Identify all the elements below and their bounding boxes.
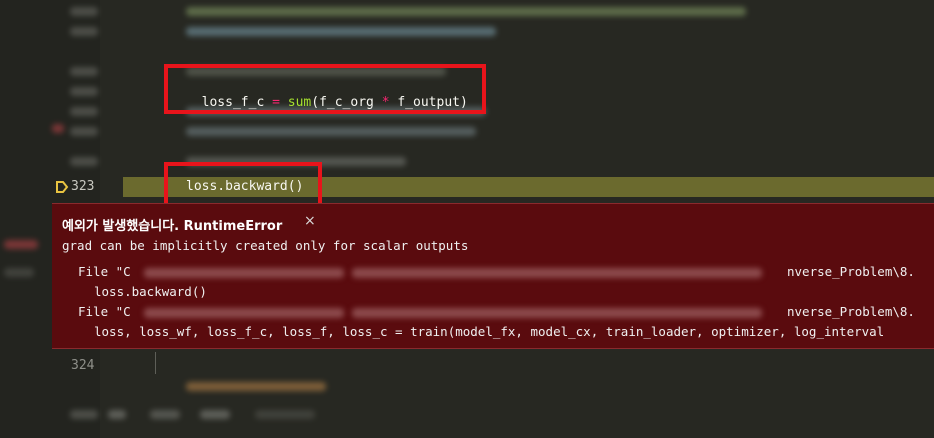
blurred-line-number (70, 67, 98, 76)
blurred-line-number (70, 157, 98, 166)
line-number-next: 324 (71, 358, 95, 373)
blurred-code-line (200, 410, 230, 419)
blurred-code-line (150, 410, 180, 419)
blurred-line-number (70, 27, 98, 36)
traceback-file-prefix[interactable]: File "C (78, 264, 131, 279)
blurred-path (144, 308, 344, 318)
close-icon[interactable]: × (304, 213, 316, 229)
blurred-code-line (186, 127, 476, 136)
indent-guide (155, 352, 156, 374)
blurred-code-line (70, 410, 98, 419)
blurred-breakpoint (52, 124, 64, 133)
traceback-file-suffix: nverse_Problem\8. (787, 264, 915, 279)
blurred-side-mark (4, 240, 38, 249)
blurred-path (144, 268, 344, 278)
blurred-line-number (70, 87, 98, 96)
blurred-code-line (186, 382, 326, 391)
traceback-file-suffix: nverse_Problem\8. (787, 304, 915, 319)
exception-title-korean: 예외가 발생했습니다. (62, 219, 180, 234)
traceback-code: loss.backward() (94, 284, 207, 299)
annotation-box-loss-line (164, 64, 486, 114)
blurred-code-line (108, 410, 126, 419)
blurred-code-line (186, 7, 746, 16)
blurred-code-line (255, 410, 315, 419)
line-number-current: 323 (71, 179, 95, 194)
blurred-code-line (186, 27, 496, 36)
blurred-line-number (70, 127, 98, 136)
exception-type: RuntimeError (183, 219, 283, 234)
exception-panel: 예외가 발생했습니다. RuntimeError × grad can be i… (52, 203, 934, 349)
blurred-path (352, 308, 762, 318)
blurred-side-mark (4, 268, 34, 277)
breakpoint-arrow-icon[interactable] (55, 180, 69, 194)
exception-title: 예외가 발생했습니다. RuntimeError (62, 215, 282, 234)
blurred-line-number (70, 7, 98, 16)
blurred-line-number (70, 107, 98, 116)
blurred-path (352, 268, 762, 278)
exception-message: grad can be implicitly created only for … (62, 238, 469, 253)
traceback-file-prefix[interactable]: File "C (78, 304, 131, 319)
traceback-code: loss, loss_wf, loss_f_c, loss_f, loss_c … (94, 324, 885, 339)
